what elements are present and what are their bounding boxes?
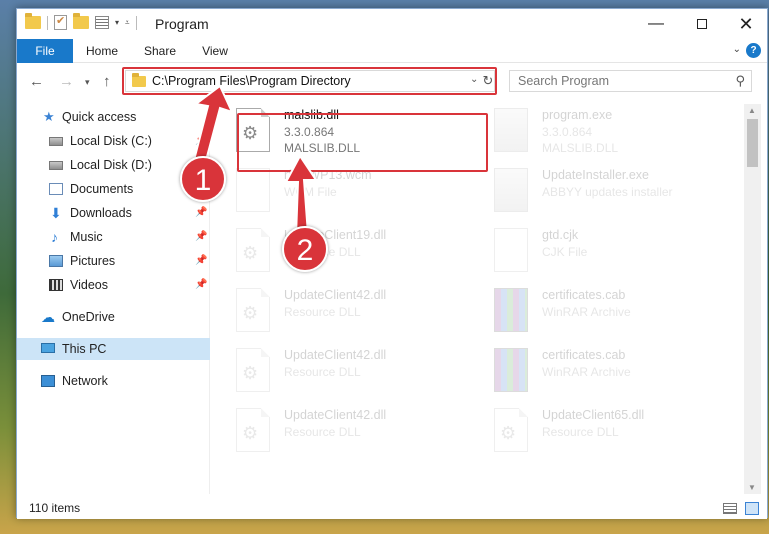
step-badge-2: 2 (282, 226, 328, 272)
annotation-arrows (190, 84, 318, 238)
step-badge-1: 1 (180, 156, 226, 202)
arrow-2 (284, 154, 318, 238)
